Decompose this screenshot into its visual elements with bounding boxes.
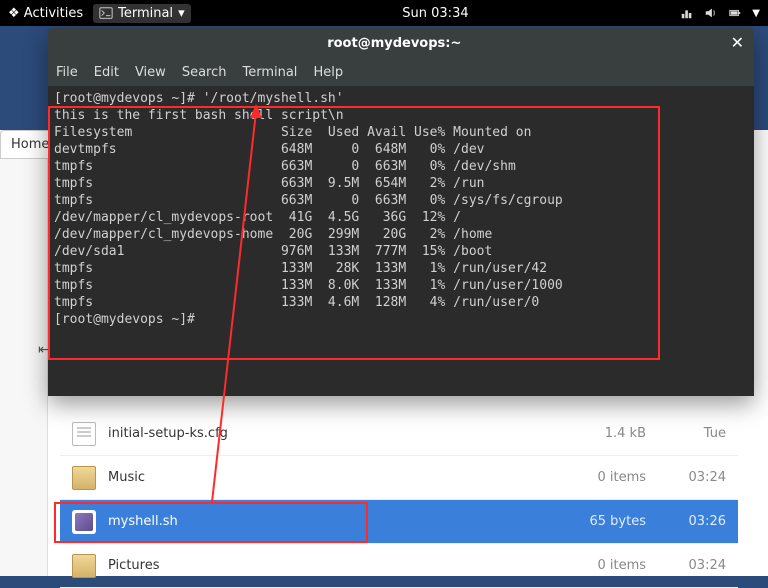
- terminal-output[interactable]: [root@mydevops ~]# '/root/myshell.sh' th…: [48, 86, 754, 396]
- terminal-titlebar[interactable]: root@mydevops:~ ✕: [48, 28, 754, 58]
- file-name: Pictures: [108, 558, 556, 573]
- terminal-menubar: File Edit View Search Terminal Help: [48, 58, 754, 86]
- file-size: 1.4 kB: [556, 426, 646, 441]
- terminal-window: root@mydevops:~ ✕ File Edit View Search Term…: [48, 28, 754, 396]
- file-date: Tue: [666, 426, 726, 441]
- file-row-Pictures[interactable]: Pictures0 items 03:24: [60, 544, 738, 588]
- folder-icon: [72, 554, 96, 578]
- file-size: 0 items: [556, 558, 646, 573]
- file-date: 03:24: [666, 470, 726, 485]
- file-size: 65 bytes: [556, 514, 646, 529]
- menu-search[interactable]: Search: [182, 65, 227, 80]
- file-row-myshell-sh[interactable]: myshell.sh65 bytes 03:26: [60, 500, 738, 544]
- window-title: root@mydevops:~: [58, 36, 731, 51]
- file-size: 0 items: [556, 470, 646, 485]
- file-row-Music[interactable]: Music0 items 03:24: [60, 456, 738, 500]
- power-icon[interactable]: ▼: [752, 8, 760, 19]
- file-date: 03:26: [666, 514, 726, 529]
- file-name: myshell.sh: [108, 514, 556, 529]
- file-name: initial-setup-ks.cfg: [108, 426, 556, 441]
- file-list: initial-setup-ks.cfg1.4 kBTueMusic0 item…: [60, 412, 738, 588]
- terminal-icon: [99, 6, 113, 20]
- menu-file[interactable]: File: [56, 65, 78, 80]
- doc-icon: [72, 422, 96, 446]
- menu-help[interactable]: Help: [313, 65, 343, 80]
- file-row-initial-setup-ks-cfg[interactable]: initial-setup-ks.cfg1.4 kB Tue: [60, 412, 738, 456]
- app-menu-terminal[interactable]: Terminal ▾: [93, 4, 190, 23]
- close-icon[interactable]: ✕: [731, 35, 744, 51]
- battery-icon[interactable]: [728, 6, 742, 20]
- activities-button[interactable]: ❖ Activities: [8, 6, 83, 21]
- menu-view[interactable]: View: [135, 65, 166, 80]
- network-icon[interactable]: [680, 6, 694, 20]
- file-name: Music: [108, 470, 556, 485]
- menu-edit[interactable]: Edit: [94, 65, 119, 80]
- folder-icon: [72, 466, 96, 490]
- file-date: 03:24: [666, 558, 726, 573]
- volume-icon[interactable]: [704, 6, 718, 20]
- menu-terminal[interactable]: Terminal: [242, 65, 297, 80]
- clock[interactable]: Sun 03:34: [191, 6, 681, 21]
- script-icon: [72, 510, 96, 534]
- gnome-top-panel: ❖ Activities Terminal ▾ Sun 03:34 ▼: [0, 0, 768, 26]
